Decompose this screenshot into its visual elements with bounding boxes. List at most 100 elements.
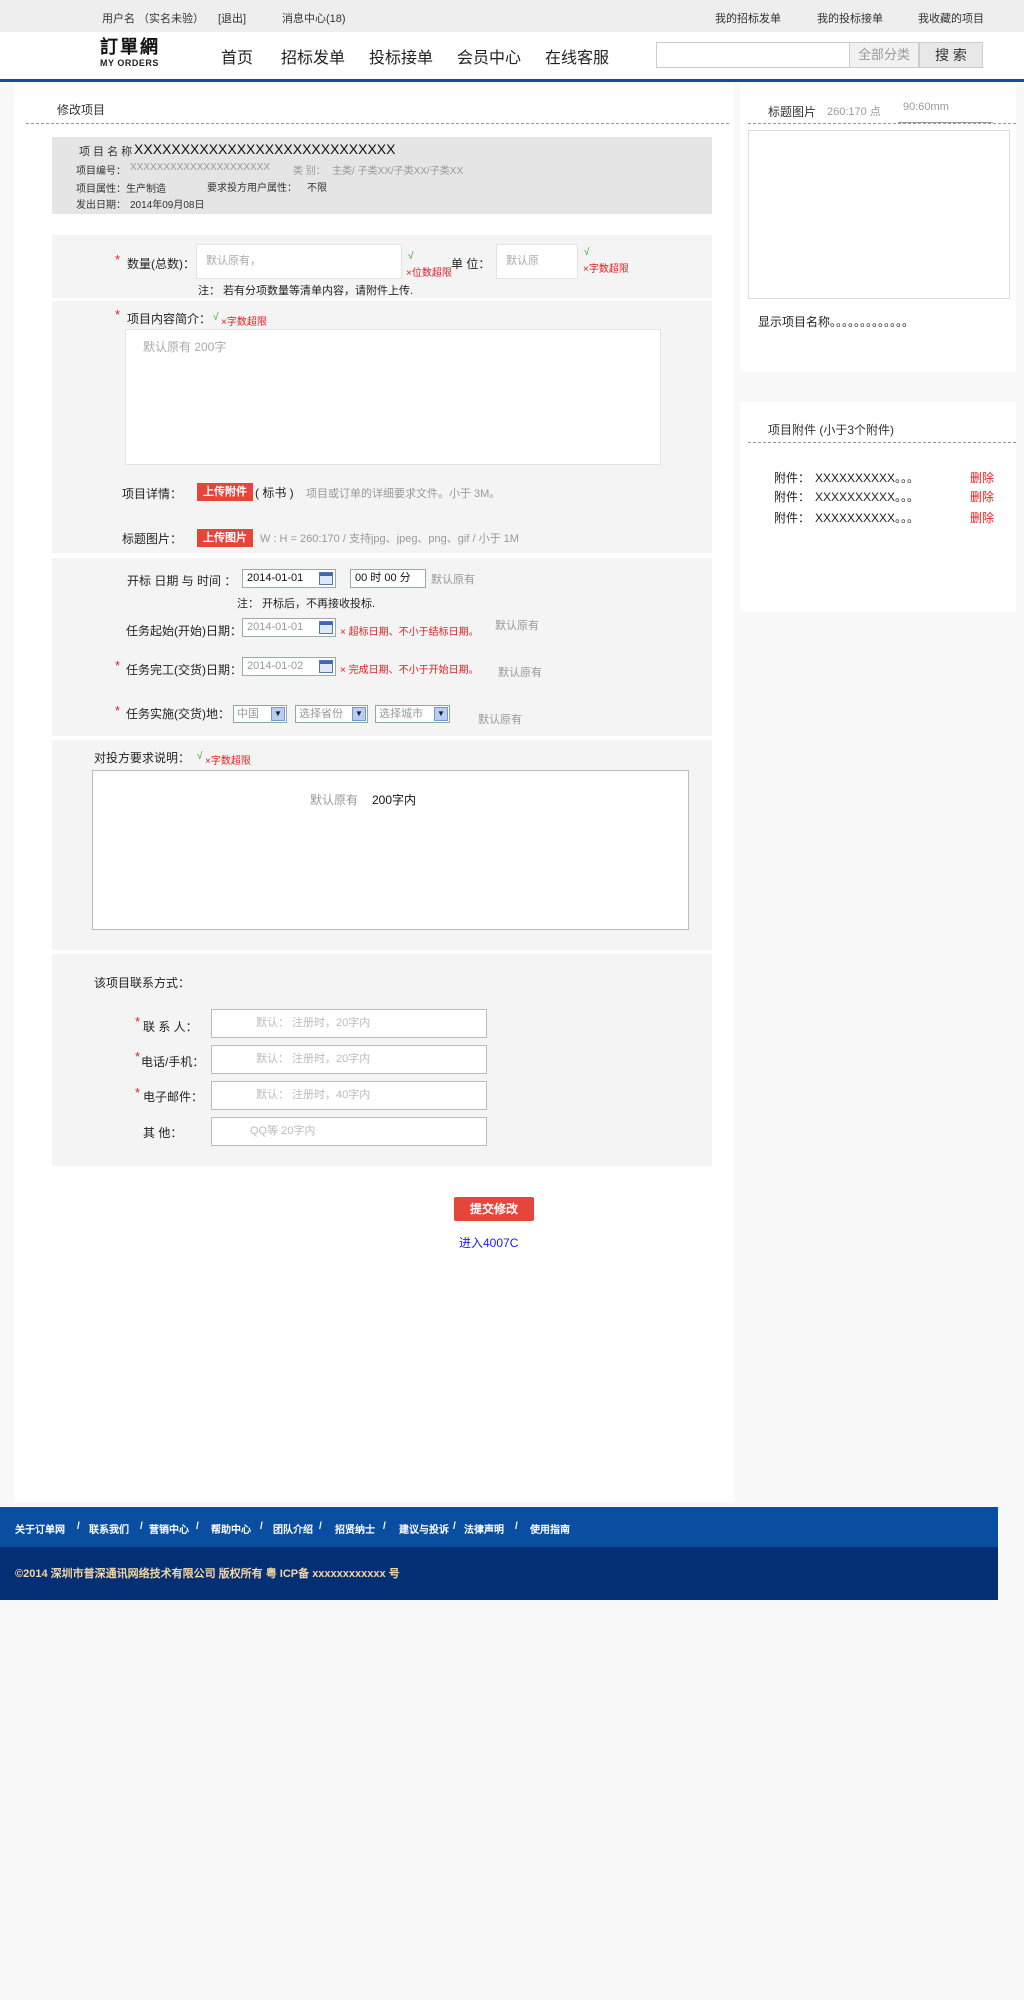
delete-attachment-link[interactable]: 删除 (970, 488, 994, 505)
city-select[interactable]: 选择城市 ▼ (375, 705, 450, 723)
project-name-label: 项 目 名 称 (79, 146, 133, 158)
calendar-icon[interactable] (319, 660, 333, 673)
category-label: 类 别： (293, 166, 326, 177)
footer-link-help[interactable]: 帮助中心 (211, 1521, 251, 1536)
attachment-name[interactable]: XXXXXXXXXX。。。 (815, 488, 919, 505)
requirement-placeholder: 默认原有 (310, 793, 359, 807)
bid-date-value: 2014-01-01 (247, 572, 304, 584)
unit-ok-mark: √ (584, 247, 590, 258)
quantity-ok-mark: √ (408, 251, 414, 262)
panel-gap (52, 298, 712, 301)
top-bar: 用户名 （实名未验） [退出] 消息中心(18) 我的招标发单 我的投标接单 我… (0, 0, 1024, 32)
search-button[interactable]: 搜 索 (919, 42, 983, 68)
province-select[interactable]: 选择省份 ▼ (295, 705, 368, 723)
quantity-input[interactable]: 默认原有， (196, 244, 402, 279)
attachment-name[interactable]: XXXXXXXXXX。。。 (815, 509, 919, 526)
required-mark: * (115, 703, 121, 718)
email-label: 电子邮件： (143, 1090, 204, 1104)
bid-date-input[interactable]: 2014-01-01 (242, 569, 336, 588)
attachment-label: 附件： (774, 490, 811, 504)
project-info-box: 项 目 名 称 XXXXXXXXXXXXXXXXXXXXXXXXXXXX 项目编… (52, 137, 712, 214)
requirement-label: 对投方要求说明： (94, 751, 191, 765)
quantity-note: 注： 若有分项数量等清单内容，请附件上传. (198, 285, 414, 297)
requirement-textarea[interactable]: 默认原有 200字内 (92, 770, 689, 930)
contact-person-input[interactable]: 默认： 注册时，20字内 (211, 1009, 487, 1038)
message-center-link[interactable]: 消息中心(18) (282, 10, 346, 26)
quantity-error: ×位数超限 (406, 268, 452, 279)
calendar-icon[interactable] (319, 621, 333, 634)
finish-date-value: 2014-01-02 (247, 660, 304, 672)
start-date-label: 任务起始(开始)日期： (126, 624, 242, 638)
start-date-input[interactable]: 2014-01-01 (242, 618, 336, 637)
required-mark: * (135, 1014, 141, 1029)
logout-link[interactable]: [退出] (218, 10, 246, 26)
favorites-link[interactable]: 我收藏的项目 (918, 10, 984, 26)
image-ratio: 260:170 点 (827, 106, 881, 118)
logo-cn: 訂單網 (100, 37, 160, 58)
enter-4007c-link[interactable]: 进入4007C (459, 1234, 518, 1251)
nav-member[interactable]: 会员中心 (457, 44, 521, 68)
footer-link-guide[interactable]: 使用指南 (530, 1521, 570, 1536)
delete-attachment-link[interactable]: 删除 (970, 509, 994, 526)
calendar-icon[interactable] (319, 572, 333, 585)
nav-tender[interactable]: 招标发单 (281, 44, 345, 68)
project-no-label: 项目编号： (76, 166, 126, 177)
footer-links-bar: 关于订单网 / 联系我们 / 营销中心 / 帮助中心 / 团队介绍 / 招贤纳士… (0, 1507, 998, 1547)
finish-date-label: 任务完工(交货)日期： (126, 663, 242, 677)
attachments-title: 项目附件 (小于3个附件) (768, 423, 895, 437)
site-logo[interactable]: 訂單網 MY ORDERS (100, 38, 174, 72)
attachment-name[interactable]: XXXXXXXXXX。。。 (815, 469, 919, 486)
search-category-select[interactable]: 全部分类 (849, 42, 919, 68)
other-contact-label: 其 他： (143, 1126, 183, 1140)
upload-attachment-button[interactable]: 上传附件 (197, 483, 253, 501)
divider (748, 442, 1016, 443)
footer-separator: / (140, 1521, 143, 1532)
required-mark: * (135, 1049, 141, 1064)
attachment-label: 附件： (774, 471, 811, 485)
footer-link-marketing[interactable]: 营销中心 (149, 1521, 189, 1536)
image-caption: 显示项目名称。。。。。。。。。。。。。 (758, 315, 915, 329)
country-select[interactable]: 中国 ▼ (233, 705, 287, 723)
requirement-limit: 200字内 (372, 793, 417, 807)
footer-link-jobs[interactable]: 招贤纳士 (335, 1521, 375, 1536)
bid-time-note: 注： 开标后，不再接收投标. (237, 598, 376, 610)
province-value: 选择省份 (299, 708, 343, 720)
title-image-preview (748, 130, 1010, 299)
footer-link-team[interactable]: 团队介绍 (273, 1521, 313, 1536)
delete-attachment-link[interactable]: 删除 (970, 469, 994, 486)
footer-link-contact[interactable]: 联系我们 (89, 1521, 129, 1536)
search-input[interactable] (656, 42, 850, 68)
image-hint: W : H = 260:170 / 支持jpg、jpeg、png、gif / 小… (260, 533, 519, 545)
footer-link-legal[interactable]: 法律声明 (464, 1521, 504, 1536)
quantity-label: 数量(总数)： (127, 257, 195, 271)
username[interactable]: 用户名 （实名未验） (102, 10, 204, 26)
email-input[interactable]: 默认： 注册时，40字内 (211, 1081, 487, 1110)
required-mark: * (115, 252, 121, 267)
unit-input[interactable]: 默认原 (496, 244, 578, 279)
other-contact-input[interactable]: QQ等 20字内 (211, 1117, 487, 1146)
footer-separator: / (383, 1521, 386, 1532)
my-tenders-link[interactable]: 我的投标接单 (817, 10, 883, 26)
footer-link-about[interactable]: 关于订单网 (15, 1521, 65, 1536)
phone-label: 电话/手机： (141, 1055, 205, 1069)
project-attr-label: 项目属性： (76, 184, 126, 195)
my-bids-link[interactable]: 我的招标发单 (715, 10, 781, 26)
finish-date-input[interactable]: 2014-01-02 (242, 657, 336, 676)
bid-time-input[interactable]: 00 时 00 分 (350, 569, 426, 588)
attachment-label: 附件： (774, 511, 811, 525)
requirement-ok-mark: √ (197, 751, 203, 762)
nav-service[interactable]: 在线客服 (545, 44, 609, 68)
category-value: 主类/ 子类XX/子类XX/子类XX (332, 166, 464, 177)
phone-input[interactable]: 默认： 注册时，20字内 (211, 1045, 487, 1074)
contact-title: 该项目联系方式： (94, 976, 191, 990)
required-mark: * (135, 1085, 141, 1100)
upload-image-button[interactable]: 上传图片 (197, 529, 253, 547)
footer-separator: / (77, 1521, 80, 1532)
intro-label: 项目内容简介： (127, 312, 212, 326)
chevron-down-icon: ▼ (271, 707, 285, 721)
intro-textarea[interactable]: 默认原有 200字 (125, 329, 661, 465)
footer-link-feedback[interactable]: 建议与投诉 (399, 1521, 449, 1536)
submit-button[interactable]: 提交修改 (454, 1197, 534, 1221)
nav-home[interactable]: 首页 (221, 44, 253, 68)
nav-bid[interactable]: 投标接单 (369, 44, 433, 68)
